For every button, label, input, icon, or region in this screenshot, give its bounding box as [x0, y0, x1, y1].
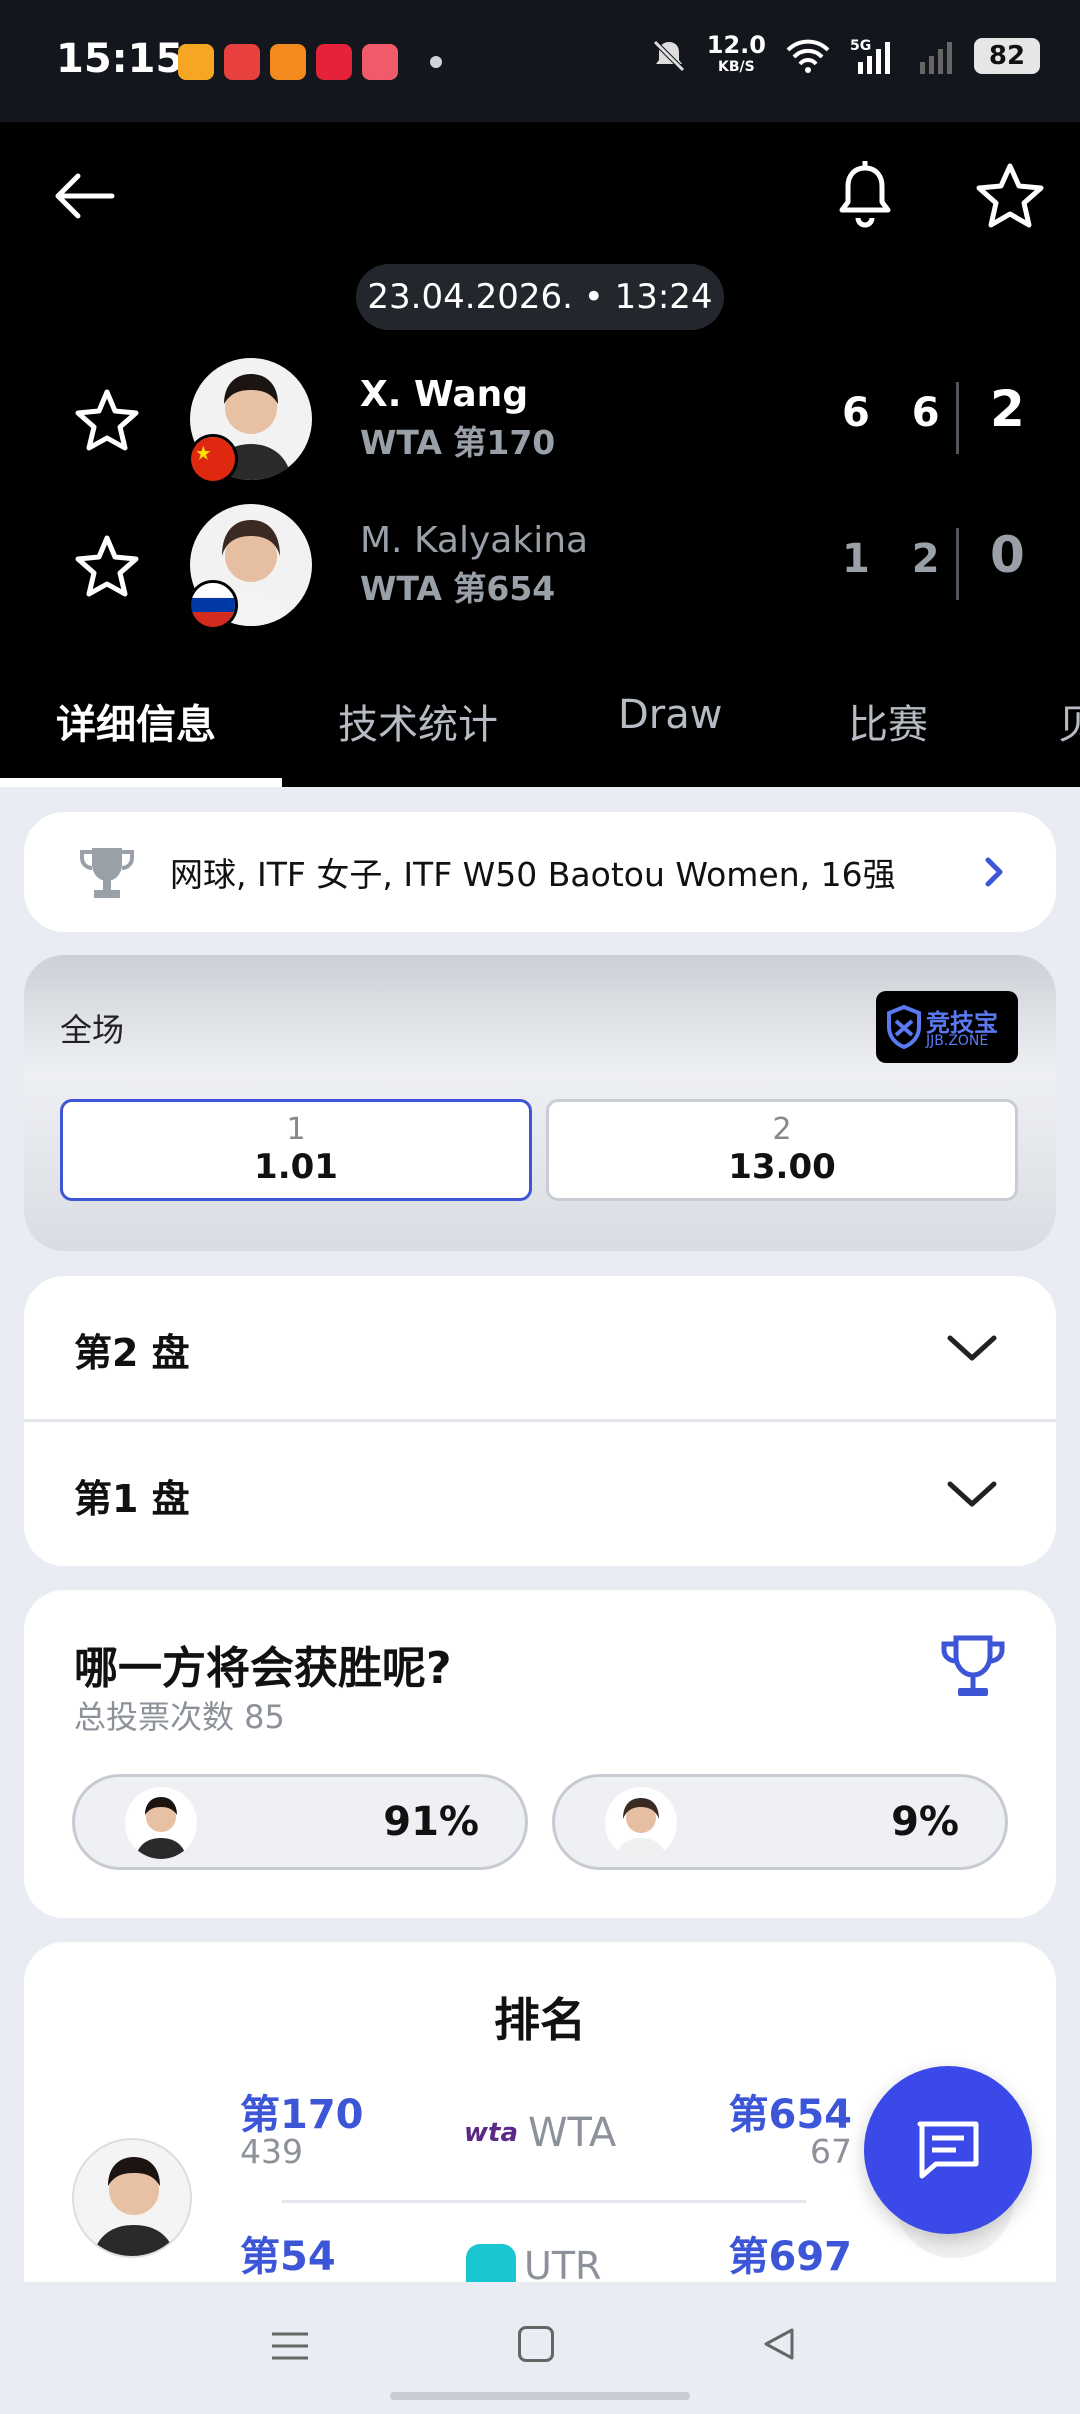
player-rank: WTA 第654: [360, 569, 556, 608]
chevron-down-icon: [947, 1335, 997, 1361]
chat-icon: [917, 2121, 979, 2179]
vote-away-button[interactable]: 9%: [552, 1774, 1008, 1870]
odds-option-home[interactable]: 1 1.01: [60, 1099, 532, 1201]
active-tab-indicator: [0, 778, 282, 787]
star-icon[interactable]: [72, 386, 142, 456]
net-speed: 12.0 KB/S: [706, 31, 766, 75]
status-time: 15:15: [56, 36, 184, 82]
tab-bar: 详细信息 技术统计 Draw 比赛 贝: [0, 662, 1080, 787]
set-scores: 1 2: [842, 536, 954, 582]
battery-indicator: 82: [974, 38, 1040, 74]
vote-home-percent: 91%: [383, 1799, 479, 1845]
player-name: X. Wang: [360, 374, 529, 415]
match-date-time: 23.04.2026. • 13:24: [356, 264, 724, 330]
vote-away-percent: 9%: [891, 1799, 959, 1845]
flag-russia-icon: [188, 580, 238, 630]
match-header: 23.04.2026. • 13:24 X. Wang WTA 第170 6 6…: [0, 122, 1080, 787]
set-1-row[interactable]: 第1 盘: [24, 1422, 1056, 1566]
wifi-icon: [786, 39, 830, 73]
tab-odds[interactable]: 贝: [1058, 692, 1080, 750]
odds-market-title: 全场: [60, 1011, 125, 1049]
menu-icon[interactable]: [270, 2326, 310, 2366]
wta-logo: wta WTA: [464, 2110, 617, 2156]
player-avatar: [125, 1787, 197, 1859]
player-rank: WTA 第170: [360, 423, 556, 462]
player-avatar: [605, 1787, 677, 1859]
weibo-app-icon: [178, 44, 214, 80]
tournament-name: 网球, ITF 女子, ITF W50 Baotou Women, 16强: [170, 855, 896, 894]
sets-won: 2: [990, 380, 1025, 438]
away-utr-rank: 第697: [728, 2234, 853, 2280]
player-row-away[interactable]: M. Kalyakina WTA 第654 1 2 0: [0, 500, 1080, 630]
bookmaker-logo[interactable]: 竞技宝 JJB.ZONE: [876, 991, 1018, 1063]
flag-china-icon: [188, 434, 238, 484]
divider: [282, 2200, 806, 2203]
notification-icons: [178, 44, 398, 80]
sets-won: 0: [990, 526, 1025, 584]
app-icon: [224, 44, 260, 80]
utr-logo: UTR: [466, 2244, 601, 2282]
vote-count: 总投票次数 85: [74, 1698, 285, 1736]
wta-mark-icon: wta: [464, 2118, 518, 2148]
signal-icon: [920, 42, 952, 74]
app-icon: [270, 44, 306, 80]
away-wta-points: 67: [810, 2132, 852, 2171]
odds-card: 全场 竞技宝 JJB.ZONE 1 1.01 2 13.00: [24, 955, 1056, 1251]
set-label: 第1 盘: [74, 1477, 190, 1521]
score-divider: [956, 528, 959, 600]
tab-statistics[interactable]: 技术统计: [338, 692, 498, 750]
who-will-win-card: 哪一方将会获胜呢? 总投票次数 85 91% 9%: [24, 1590, 1056, 1918]
signal-5g-icon: 5G: [850, 38, 890, 74]
tab-draw[interactable]: Draw: [618, 692, 722, 738]
home-indicator: [390, 2392, 690, 2400]
back-arrow-icon[interactable]: [48, 160, 120, 232]
vote-home-button[interactable]: 91%: [72, 1774, 528, 1870]
odds-option-away[interactable]: 2 13.00: [546, 1099, 1018, 1201]
trophy-icon: [80, 848, 134, 898]
chevron-down-icon: [947, 1481, 997, 1507]
status-bar: 15:15 12.0 KB/S 5G 82: [0, 0, 1080, 122]
set-scores: 6 6: [842, 390, 954, 436]
tab-matches[interactable]: 比赛: [848, 692, 928, 750]
trophy-icon[interactable]: [938, 1632, 1008, 1704]
score-divider: [956, 382, 959, 454]
home-icon[interactable]: [518, 2326, 554, 2362]
player-avatar: [72, 2138, 192, 2258]
back-triangle-icon[interactable]: [760, 2324, 800, 2364]
set-details: 第2 盘 第1 盘: [24, 1276, 1056, 1566]
ranking-title: 排名: [494, 1993, 586, 2047]
tournament-link[interactable]: 网球, ITF 女子, ITF W50 Baotou Women, 16强: [24, 812, 1056, 932]
mute-icon: [653, 40, 685, 72]
bell-icon[interactable]: [830, 158, 900, 234]
utr-mark-icon: [466, 2244, 516, 2282]
player-name: M. Kalyakina: [360, 520, 589, 561]
vote-question: 哪一方将会获胜呢?: [74, 1643, 452, 1694]
chat-button[interactable]: [864, 2066, 1032, 2234]
home-utr-rank: 第54: [240, 2234, 336, 2280]
tab-details[interactable]: 详细信息: [56, 692, 216, 750]
set-label: 第2 盘: [74, 1331, 190, 1375]
set-2-row[interactable]: 第2 盘: [24, 1276, 1056, 1422]
chevron-right-icon: [985, 857, 1003, 887]
status-right: 12.0 KB/S 5G 82: [649, 31, 1040, 78]
bookmaker-shield-icon: [887, 1005, 921, 1049]
app-icon: [316, 44, 352, 80]
star-icon[interactable]: [72, 532, 142, 602]
svg-text:5G: 5G: [850, 38, 871, 54]
home-wta-points: 439: [240, 2132, 303, 2171]
video-app-icon: [362, 44, 398, 80]
more-notifications-dot: [430, 56, 442, 68]
star-icon[interactable]: [972, 158, 1048, 234]
player-row-home[interactable]: X. Wang WTA 第170 6 6 2: [0, 354, 1080, 484]
